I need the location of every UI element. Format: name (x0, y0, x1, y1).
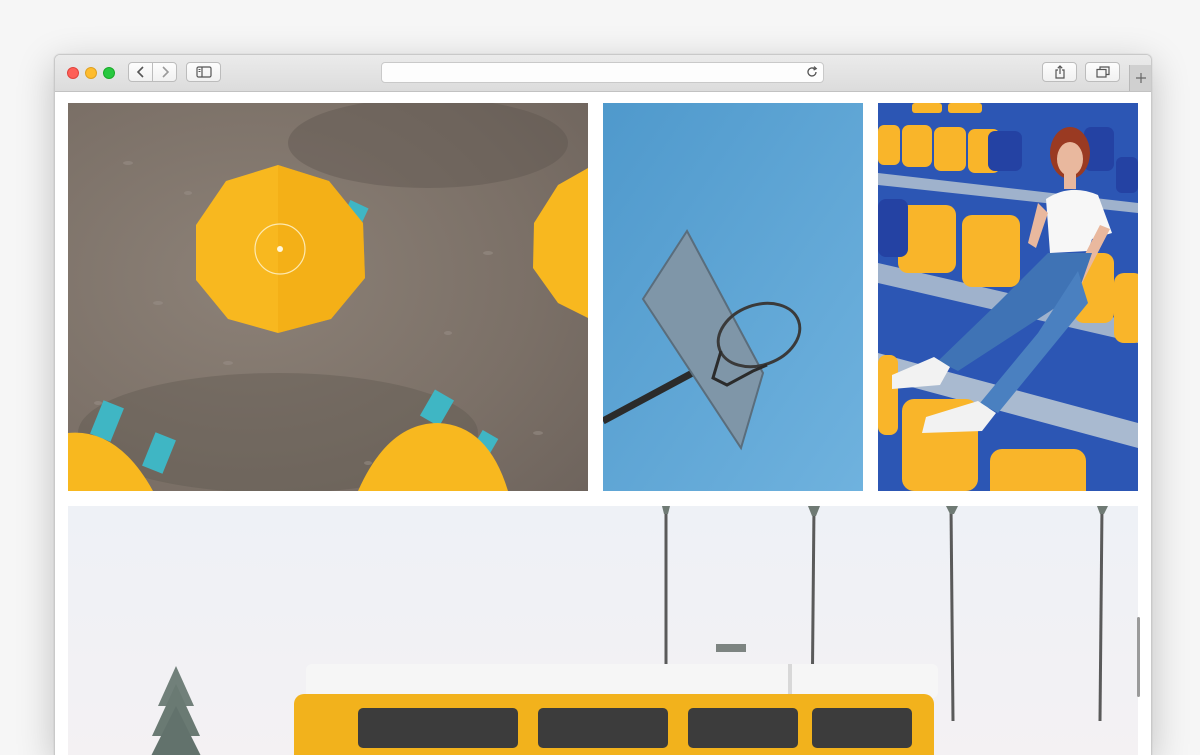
plus-icon (1136, 73, 1146, 83)
sidebar-icon (195, 66, 212, 78)
chevron-right-icon (161, 66, 169, 78)
photo-yellow-van[interactable] (68, 506, 1138, 755)
basketball-hoop-image (603, 103, 863, 491)
maximize-window-button[interactable] (103, 67, 115, 79)
address-bar[interactable] (381, 62, 824, 84)
page-content (55, 92, 1151, 755)
beach-umbrellas-image (68, 103, 588, 491)
share-button[interactable] (1042, 62, 1077, 82)
tab-overview-button[interactable] (1085, 62, 1120, 82)
vertical-scrollbar[interactable] (1137, 617, 1140, 697)
minimize-window-button[interactable] (85, 67, 97, 79)
browser-toolbar (55, 55, 1151, 92)
address-input[interactable] (390, 63, 794, 84)
back-button[interactable] (128, 62, 153, 82)
photo-woman-stadium[interactable] (878, 103, 1138, 491)
browser-window (54, 54, 1152, 755)
new-tab-button[interactable] (1129, 65, 1151, 91)
woman-stadium-image (878, 103, 1138, 491)
reload-icon[interactable] (805, 65, 819, 79)
yellow-van-image (68, 506, 1138, 755)
forward-button[interactable] (152, 62, 177, 82)
chevron-left-icon (136, 66, 144, 78)
close-window-button[interactable] (67, 67, 79, 79)
tabs-overview-icon (1095, 66, 1110, 78)
photo-beach-umbrellas[interactable] (68, 103, 588, 491)
sidebar-toggle-button[interactable] (186, 62, 221, 82)
share-icon (1054, 65, 1065, 79)
photo-basketball-hoop[interactable] (603, 103, 863, 491)
